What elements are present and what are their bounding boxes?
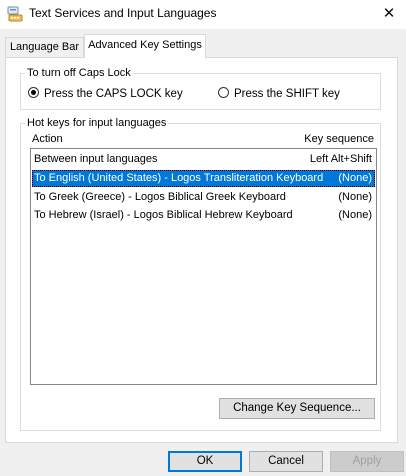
list-item[interactable]: Between input languages Left Alt+Shift (32, 151, 375, 168)
hotkeys-legend: Hot keys for input languages (25, 117, 169, 129)
radio-shift-key[interactable]: Press the SHIFT key (218, 87, 340, 101)
cancel-button[interactable]: Cancel (249, 451, 323, 472)
change-key-sequence-button[interactable]: Change Key Sequence... (219, 398, 375, 419)
radio-label: Press the CAPS LOCK key (44, 88, 183, 100)
row-sequence: (None) (338, 191, 372, 203)
title-bar: Text Services and Input Languages ✕ (0, 0, 406, 29)
tab-advanced-key-settings[interactable]: Advanced Key Settings (84, 34, 206, 58)
caps-lock-legend: To turn off Caps Lock (25, 67, 133, 79)
row-action: To Greek (Greece) - Logos Biblical Greek… (34, 191, 286, 203)
list-item[interactable]: To English (United States) - Logos Trans… (32, 170, 375, 187)
radio-caps-lock-key[interactable]: Press the CAPS LOCK key (28, 87, 183, 101)
row-action: To English (United States) - Logos Trans… (34, 172, 324, 184)
window-title: Text Services and Input Languages (29, 6, 217, 20)
row-action: Between input languages (34, 153, 158, 165)
close-button[interactable]: ✕ (372, 0, 406, 29)
row-action: To Hebrew (Israel) - Logos Biblical Hebr… (34, 209, 293, 221)
row-sequence: (None) (338, 172, 372, 184)
hotkeys-list[interactable]: Between input languages Left Alt+Shift T… (30, 148, 377, 385)
row-sequence: (None) (338, 209, 372, 221)
list-item[interactable]: To Greek (Greece) - Logos Biblical Greek… (32, 189, 375, 206)
radio-circle-unchecked (218, 87, 229, 98)
ok-button[interactable]: OK (168, 451, 242, 472)
column-header-action: Action (32, 133, 63, 145)
tab-language-bar[interactable]: Language Bar (5, 37, 84, 57)
row-sequence: Left Alt+Shift (309, 153, 372, 165)
column-header-key-sequence: Key sequence (304, 133, 374, 145)
list-item[interactable]: To Hebrew (Israel) - Logos Biblical Hebr… (32, 207, 375, 224)
apply-button[interactable]: Apply (330, 451, 404, 472)
keyboard-language-icon (7, 6, 23, 22)
radio-label: Press the SHIFT key (234, 88, 340, 100)
radio-circle-checked (28, 87, 39, 98)
close-icon: ✕ (382, 5, 396, 22)
